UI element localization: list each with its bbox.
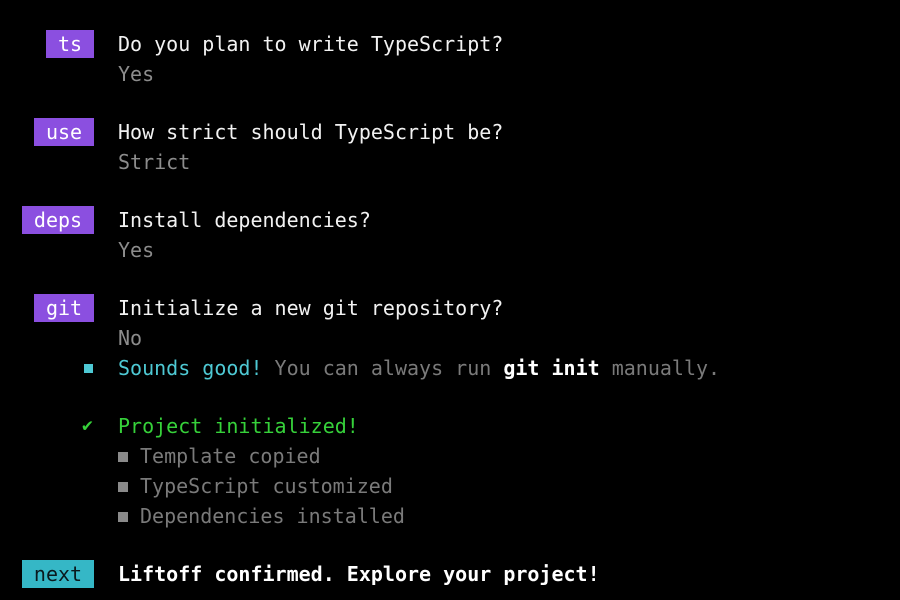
step-badge-deps: deps: [22, 206, 94, 234]
init-item-label: TypeScript customized: [140, 474, 393, 498]
answer-dependencies: Yes: [118, 238, 155, 262]
question-git: Initialize a new git repository?: [118, 296, 504, 320]
answer-git: No: [118, 326, 143, 350]
init-item-typescript: TypeScript customized: [118, 472, 393, 500]
git-note-command: git init: [503, 356, 600, 380]
next-badge: next: [22, 560, 94, 588]
info-square-icon: [84, 364, 93, 373]
step-badge-ts: ts: [46, 30, 94, 58]
bullet-square-icon: [118, 512, 128, 522]
answer-typescript: Yes: [118, 62, 155, 86]
init-item-template: Template copied: [118, 442, 321, 470]
init-item-label: Dependencies installed: [140, 504, 405, 528]
step-badge-git: git: [34, 294, 94, 322]
question-strictness: How strict should TypeScript be?: [118, 120, 504, 144]
check-icon: ✔: [82, 415, 93, 436]
git-note: Sounds good! You can always run git init…: [118, 354, 720, 382]
bullet-square-icon: [118, 452, 128, 462]
git-note-highlight: Sounds good!: [118, 356, 263, 380]
next-message: Liftoff confirmed. Explore your project!: [118, 562, 600, 586]
init-item-label: Template copied: [140, 444, 321, 468]
init-item-dependencies: Dependencies installed: [118, 502, 405, 530]
terminal-window: ts Do you plan to write TypeScript? Yes …: [0, 0, 900, 600]
bullet-square-icon: [118, 482, 128, 492]
git-note-text-before: You can always run: [274, 356, 492, 380]
answer-strictness: Strict: [118, 150, 191, 174]
question-typescript: Do you plan to write TypeScript?: [118, 32, 504, 56]
question-dependencies: Install dependencies?: [118, 208, 371, 232]
git-note-text-after: manually.: [611, 356, 721, 380]
step-badge-use: use: [34, 118, 94, 146]
init-title: Project initialized!: [118, 414, 359, 438]
